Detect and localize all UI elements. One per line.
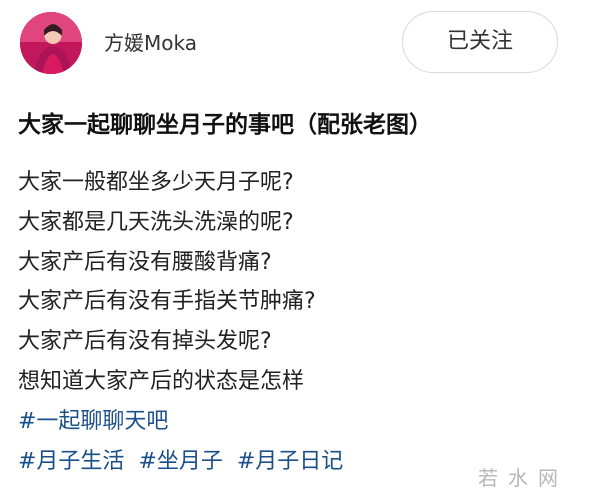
post-title: 大家一起聊聊坐月子的事吧（配张老图） [18,112,432,138]
post-body: 大家一般都坐多少天月子呢? 大家都是几天洗头洗澡的呢? 大家产后有没有腰酸背痛?… [18,163,588,481]
follow-button[interactable]: 已关注 [402,11,558,73]
tag-link[interactable]: #月子日记 [237,449,343,474]
post-line: 大家产后有没有掉头发呢? [18,329,272,355]
watermark: 若水网 [478,466,568,490]
tag-link[interactable]: #坐月子 [138,449,222,474]
post-header: 方媛Moka 已关注 [0,0,600,90]
post-line: 大家产后有没有腰酸背痛? [18,249,272,275]
post-line: 大家一般都坐多少天月子呢? [18,170,294,195]
post-line: 想知道大家产后的状态是怎样 [18,368,305,394]
tag-link[interactable]: #月子生活 [18,449,124,474]
post-line: 大家产后有没有手指关节肿痛? [18,289,316,315]
user-avatar-photo-icon [20,12,82,74]
avatar[interactable] [20,12,82,74]
hashtag-link[interactable]: #一起聊聊天吧 [18,402,588,442]
post-line: 大家都是几天洗头洗澡的呢? [18,209,294,235]
username[interactable]: 方媛Moka [104,29,197,57]
